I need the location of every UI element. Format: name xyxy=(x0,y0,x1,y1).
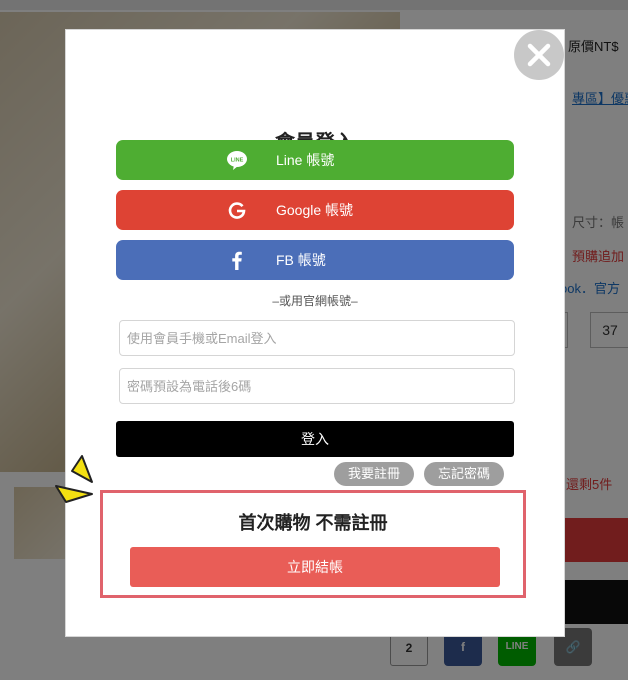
register-button[interactable]: 我要註冊 xyxy=(334,462,414,486)
or-divider: –或用官網帳號– xyxy=(272,294,358,308)
line-login-button[interactable]: LINE Line 帳號 xyxy=(116,140,514,180)
close-icon xyxy=(527,43,551,67)
close-button[interactable] xyxy=(514,30,564,80)
google-login-button[interactable]: Google 帳號 xyxy=(116,190,514,230)
password-input[interactable] xyxy=(119,368,515,404)
guest-checkout-title: 首次購物 不需註冊 xyxy=(238,513,388,533)
sparkle-icon xyxy=(55,455,93,503)
facebook-login-label: FB 帳號 xyxy=(276,252,326,268)
guest-checkout-box: 首次購物 不需註冊 立即結帳 xyxy=(100,490,526,598)
checkout-now-button[interactable]: 立即結帳 xyxy=(130,547,500,587)
login-modal: 會員登入 LINE Line 帳號 Google 帳號 FB 帳號 –或用官網帳… xyxy=(66,30,564,636)
forgot-password-button[interactable]: 忘記密碼 xyxy=(424,462,504,486)
svg-text:LINE: LINE xyxy=(231,158,244,164)
login-button[interactable]: 登入 xyxy=(116,421,514,457)
google-icon xyxy=(228,202,246,219)
username-input[interactable] xyxy=(119,320,515,356)
facebook-login-button[interactable]: FB 帳號 xyxy=(116,240,514,280)
google-login-label: Google 帳號 xyxy=(276,202,354,218)
facebook-icon xyxy=(232,251,242,270)
line-login-label: Line 帳號 xyxy=(276,152,335,168)
line-icon: LINE xyxy=(227,151,247,170)
